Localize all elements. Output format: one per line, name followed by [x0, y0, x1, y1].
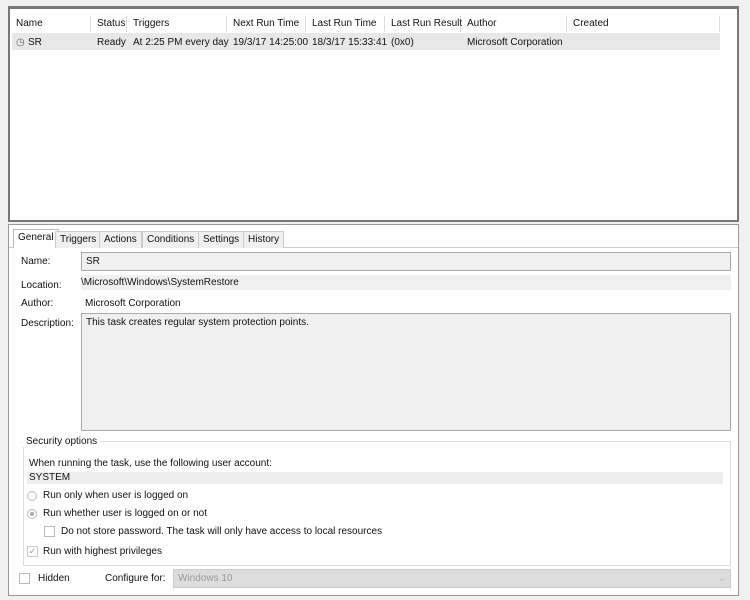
task-name: SR	[28, 37, 42, 48]
location-label: Location:	[21, 280, 62, 291]
tab-settings[interactable]: Settings	[198, 231, 245, 248]
do-not-store-password-label: Do not store password. The task will onl…	[61, 526, 383, 537]
configure-for-value: Windows 10	[178, 573, 233, 584]
radio-run-whether-logged-on-label: Run whether user is logged on or not	[43, 508, 207, 519]
column-header-triggers[interactable]: Triggers	[127, 16, 227, 32]
configure-for-label: Configure for:	[105, 573, 166, 584]
tab-conditions[interactable]: Conditions	[142, 231, 200, 248]
hidden-checkbox[interactable]	[19, 573, 30, 584]
tab-triggers[interactable]: Triggers	[55, 231, 102, 248]
chevron-down-icon: ⌄	[717, 573, 726, 584]
tab-actions[interactable]: Actions	[99, 231, 142, 248]
task-last-result: (0x0)	[391, 37, 414, 48]
task-list: Name Status Triggers Next Run Time Last …	[8, 6, 739, 222]
hidden-label: Hidden	[38, 573, 70, 584]
name-label: Name:	[21, 256, 51, 267]
column-header-next-run[interactable]: Next Run Time	[227, 16, 306, 32]
radio-selected-dot	[30, 512, 34, 516]
task-next-run: 19/3/17 14:25:00	[233, 37, 309, 48]
author-value: Microsoft Corporation	[85, 298, 181, 309]
radio-run-only-logged-on[interactable]	[27, 491, 37, 501]
security-options-title: Security options	[23, 436, 101, 447]
radio-run-whether-logged-on[interactable]	[27, 509, 37, 519]
do-not-store-password-checkbox[interactable]	[44, 526, 55, 537]
task-status: Ready	[97, 37, 126, 48]
task-last-run: 18/3/17 15:33:41	[312, 37, 388, 48]
task-properties-panel: General Triggers Actions Conditions Sett…	[8, 224, 739, 596]
author-label: Author:	[21, 298, 54, 309]
task-triggers: At 2:25 PM every day	[133, 37, 229, 48]
location-value: \Microsoft\Windows\SystemRestore	[81, 275, 731, 290]
column-header-status[interactable]: Status	[91, 16, 127, 32]
description-field[interactable]: This task creates regular system protect…	[81, 313, 731, 431]
column-header-last-run[interactable]: Last Run Time	[306, 16, 385, 32]
radio-run-only-logged-on-label: Run only when user is logged on	[43, 490, 189, 501]
task-created	[567, 35, 573, 51]
description-label: Description:	[21, 318, 74, 329]
column-header-name[interactable]: Name	[10, 16, 91, 32]
task-author: Microsoft Corporation	[467, 37, 563, 48]
column-header-created[interactable]: Created	[567, 16, 720, 32]
highest-privileges-label: Run with highest privileges	[43, 546, 162, 557]
tab-general[interactable]: General	[13, 229, 59, 248]
column-header-author[interactable]: Author	[461, 16, 567, 32]
configure-for-select[interactable]: Windows 10 ⌄	[173, 569, 731, 588]
name-field[interactable]: SR	[81, 252, 731, 271]
column-header-last-result[interactable]: Last Run Result	[385, 16, 462, 32]
account-prompt: When running the task, use the following…	[29, 458, 272, 469]
tab-history[interactable]: History	[243, 231, 285, 248]
highest-privileges-checkbox[interactable]: ✓	[27, 546, 38, 557]
user-account-value: SYSTEM	[27, 472, 723, 484]
